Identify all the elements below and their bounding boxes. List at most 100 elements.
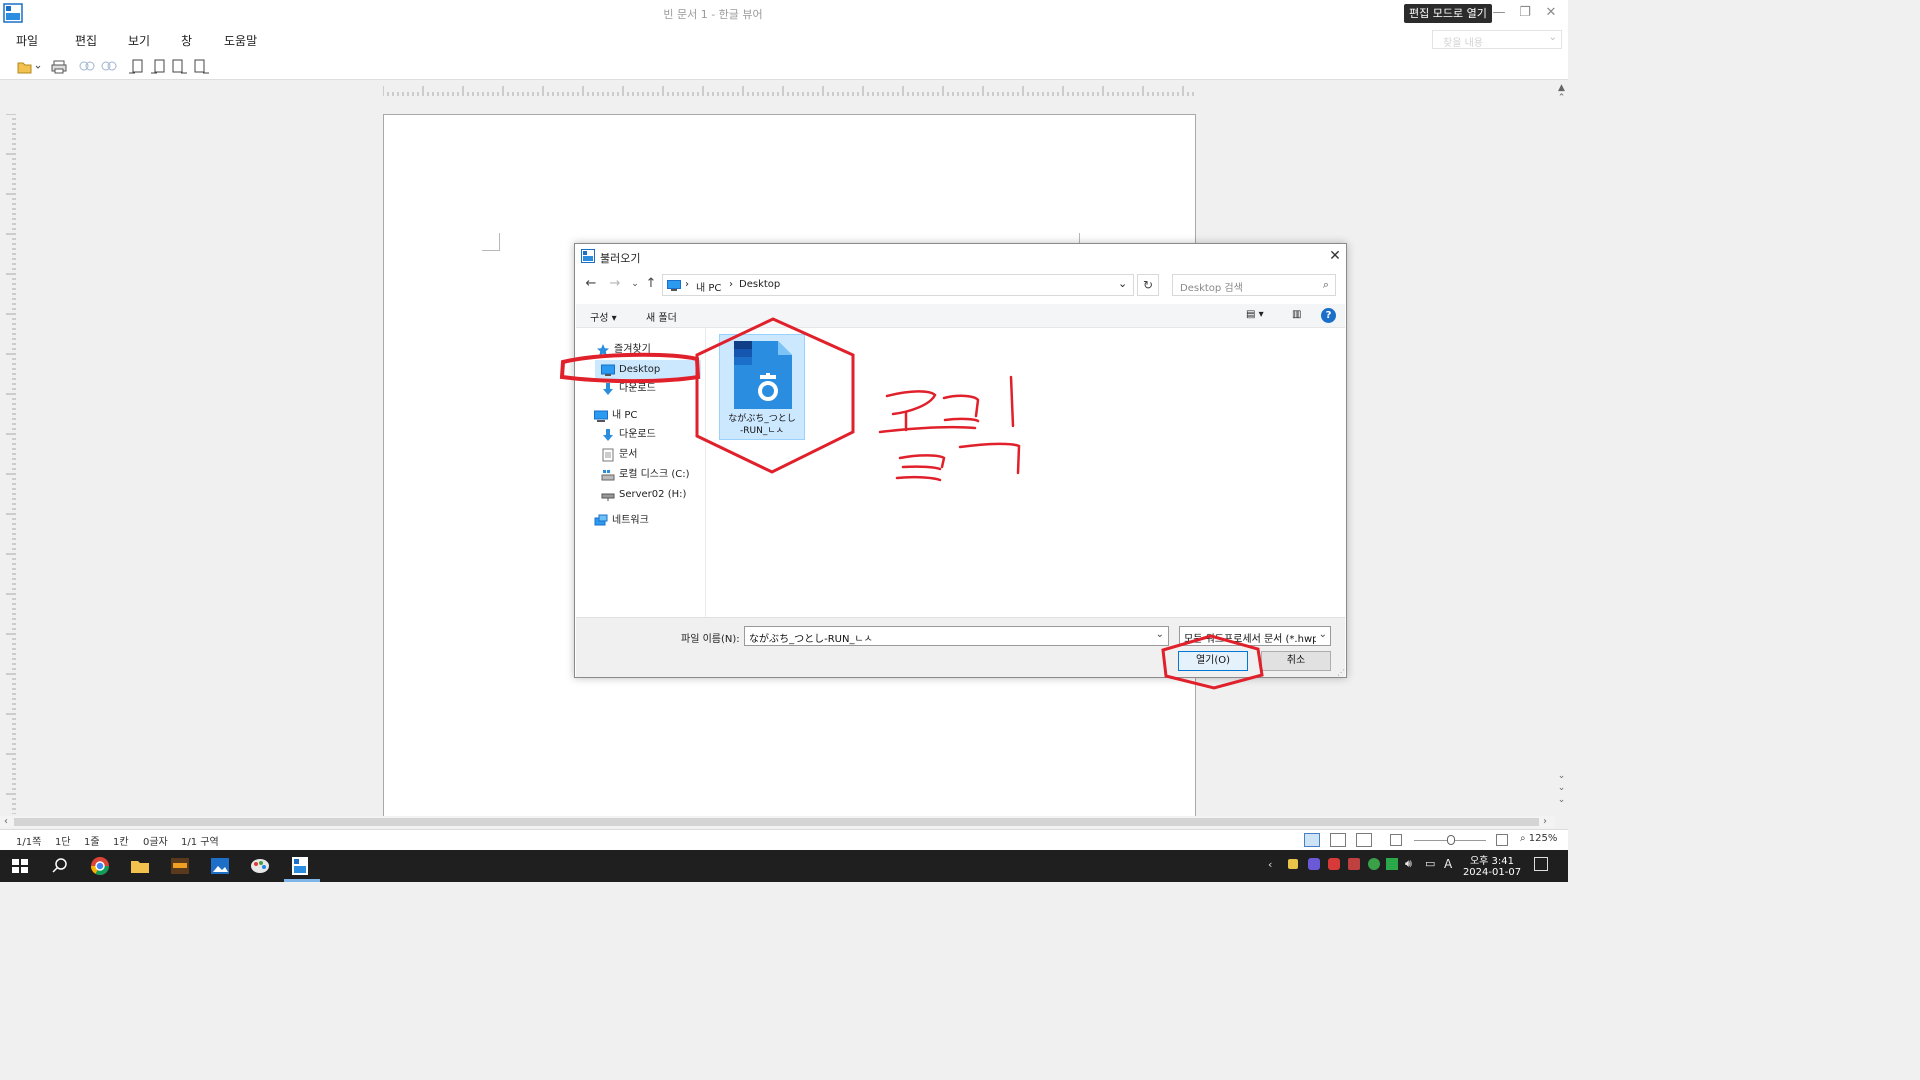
refresh-icon[interactable]: ↻ bbox=[1137, 274, 1159, 296]
forward-arrow-icon[interactable]: → bbox=[607, 276, 623, 292]
command-bar: 구성 ▾ 새 폴더 ▤ ▾ ▥ ? bbox=[576, 304, 1345, 328]
notification-center-icon[interactable] bbox=[1534, 857, 1548, 871]
open-folder-icon[interactable] bbox=[17, 59, 41, 75]
tray-app-icon[interactable] bbox=[1308, 858, 1320, 870]
status-bar: 1/1쪽 1단 1줄 1칸 0글자 1/1 구역 ⌕ 125% bbox=[0, 829, 1568, 850]
status-chars: 0글자 bbox=[143, 837, 168, 848]
find-icon[interactable] bbox=[78, 59, 96, 75]
view-fit-width-icon[interactable] bbox=[1330, 833, 1346, 847]
network-drive-icon bbox=[601, 493, 615, 501]
edit-mode-button[interactable]: 편집 모드로 열기 bbox=[1404, 4, 1492, 23]
tray-app-icon[interactable] bbox=[1386, 858, 1398, 870]
breadcrumb-desktop[interactable]: Desktop bbox=[739, 279, 780, 290]
menu-view[interactable]: 보기 bbox=[128, 32, 150, 49]
nav-label: 내 PC bbox=[612, 410, 638, 421]
file-type-select[interactable]: 모든 워드프로세서 문서 (*.hwp ⌄ bbox=[1179, 626, 1331, 646]
nav-label: 다운로드 bbox=[619, 383, 656, 394]
pc-icon bbox=[594, 410, 608, 422]
file-item[interactable]: ながぶち_つとし -RUN_ㄴㅅ bbox=[719, 334, 805, 440]
windows-start-icon[interactable] bbox=[8, 855, 32, 877]
organize-button[interactable]: 구성 ▾ bbox=[590, 309, 617, 324]
find-input[interactable]: 찾을 내용 ⌄ bbox=[1432, 30, 1562, 49]
nav-label: 네트워크 bbox=[612, 515, 649, 526]
zoom-slider-thumb[interactable] bbox=[1447, 835, 1455, 845]
input-method-icon[interactable]: A bbox=[1444, 857, 1452, 871]
find-replace-icon[interactable] bbox=[100, 59, 118, 75]
change-view-icon[interactable]: ▤ ▾ bbox=[1246, 309, 1264, 320]
page-layout-icon-3[interactable] bbox=[172, 59, 188, 75]
menu-window[interactable]: 창 bbox=[181, 32, 192, 49]
scroll-right-icon[interactable]: › bbox=[1543, 816, 1547, 827]
new-folder-button[interactable]: 새 폴더 bbox=[646, 309, 677, 324]
pane-divider[interactable] bbox=[705, 328, 706, 617]
back-arrow-icon[interactable]: ← bbox=[583, 276, 599, 292]
chevron-down-icon[interactable]: ⌄ bbox=[1156, 629, 1164, 640]
paint-app-icon[interactable] bbox=[248, 855, 272, 877]
cancel-button[interactable]: 취소 bbox=[1261, 651, 1331, 671]
zoom-level[interactable]: ⌕ 125% bbox=[1520, 833, 1557, 844]
breadcrumb-separator: › bbox=[729, 279, 733, 290]
scroll-down-icon[interactable]: ⌄ bbox=[1555, 771, 1568, 781]
dialog-title: 불러오기 bbox=[600, 252, 641, 265]
page-layout-icon-1[interactable] bbox=[128, 59, 144, 75]
menu-bar: 파일 편집 보기 창 도움말 bbox=[0, 26, 1568, 54]
clock-time[interactable]: 오후 3:41 bbox=[1460, 852, 1524, 867]
page-down-icon[interactable]: ⌄ bbox=[1555, 795, 1568, 805]
preview-pane-icon[interactable]: ▥ bbox=[1292, 309, 1301, 320]
restore-icon[interactable]: ❐ bbox=[1515, 3, 1535, 23]
horizontal-scrollbar[interactable]: ‹ › bbox=[0, 816, 1555, 828]
up-arrow-icon[interactable]: ↑ bbox=[643, 276, 659, 292]
scroll-up-icon[interactable]: ⌃ bbox=[1555, 93, 1568, 103]
tray-app-icon[interactable] bbox=[1328, 858, 1340, 870]
menu-edit[interactable]: 편집 bbox=[75, 32, 97, 49]
find-placeholder: 찾을 내용 bbox=[1443, 38, 1483, 49]
page-layout-icon-2[interactable] bbox=[150, 59, 166, 75]
chrome-icon[interactable] bbox=[88, 855, 112, 877]
file-explorer-icon[interactable] bbox=[128, 855, 152, 877]
toolbar bbox=[0, 54, 1568, 80]
active-app-indicator bbox=[284, 879, 320, 882]
chevron-down-icon[interactable]: ⌄ bbox=[1549, 32, 1557, 43]
menu-help[interactable]: 도움말 bbox=[224, 32, 257, 49]
page-down-icon[interactable]: ⌄ bbox=[1555, 783, 1568, 793]
view-normal-icon[interactable] bbox=[1304, 833, 1320, 847]
vertical-scrollbar[interactable]: ▲ ⌃ ⌄ ⌄ ⌄ bbox=[1555, 81, 1568, 816]
zoom-search-icon: ⌕ bbox=[1520, 833, 1529, 844]
hancom-viewer-taskbar-icon[interactable] bbox=[288, 855, 312, 877]
address-bar[interactable]: › 내 PC › Desktop ⌄ bbox=[662, 274, 1134, 296]
file-name-line-2: -RUN_ㄴㅅ bbox=[740, 426, 784, 436]
page-layout-icon-4[interactable] bbox=[194, 59, 210, 75]
tray-app-icon[interactable] bbox=[1348, 858, 1360, 870]
resize-grip-icon[interactable]: ⋰ bbox=[1337, 668, 1345, 677]
network-status-icon[interactable]: ▭ bbox=[1425, 857, 1435, 870]
breadcrumb-separator: › bbox=[685, 279, 689, 290]
scroll-left-icon[interactable]: ‹ bbox=[4, 816, 8, 827]
chevron-down-icon[interactable]: ⌄ bbox=[1118, 277, 1127, 290]
dialog-close-icon[interactable]: ✕ bbox=[1327, 248, 1343, 264]
tray-app-icon[interactable] bbox=[1368, 858, 1380, 870]
filename-input[interactable]: ながぶち_つとし-RUN_ㄴㅅ ⌄ bbox=[744, 626, 1169, 646]
scroll-up-icon[interactable]: ▲ bbox=[1555, 83, 1568, 93]
zoom-out-icon[interactable] bbox=[1390, 834, 1402, 846]
breadcrumb-my-pc[interactable]: 내 PC bbox=[696, 279, 721, 294]
tray-app-icon[interactable] bbox=[1288, 859, 1298, 869]
close-icon[interactable]: ✕ bbox=[1541, 3, 1561, 23]
clock-date[interactable]: 2024-01-07 bbox=[1460, 867, 1524, 878]
view-full-page-icon[interactable] bbox=[1356, 833, 1372, 847]
recent-locations-icon[interactable]: ⌄ bbox=[627, 276, 643, 292]
desktop-icon bbox=[601, 364, 615, 376]
volume-icon[interactable]: 🔊︎ bbox=[1405, 857, 1412, 871]
zoom-fit-icon[interactable] bbox=[1496, 834, 1508, 846]
print-icon[interactable] bbox=[51, 59, 67, 75]
open-button[interactable]: 열기(O) bbox=[1178, 651, 1248, 671]
dialog-search-input[interactable]: Desktop 검색 ⌕ bbox=[1172, 274, 1336, 296]
search-icon[interactable] bbox=[48, 855, 72, 877]
photos-app-icon[interactable] bbox=[208, 855, 232, 877]
show-hidden-icons-icon[interactable]: ‹ bbox=[1268, 858, 1272, 871]
status-col: 1칸 bbox=[113, 837, 129, 848]
picpick-app-icon[interactable] bbox=[168, 855, 192, 877]
minimize-icon[interactable]: — bbox=[1489, 3, 1509, 23]
scroll-thumb[interactable] bbox=[14, 818, 1539, 826]
help-icon[interactable]: ? bbox=[1321, 308, 1336, 323]
menu-file[interactable]: 파일 bbox=[16, 32, 38, 49]
